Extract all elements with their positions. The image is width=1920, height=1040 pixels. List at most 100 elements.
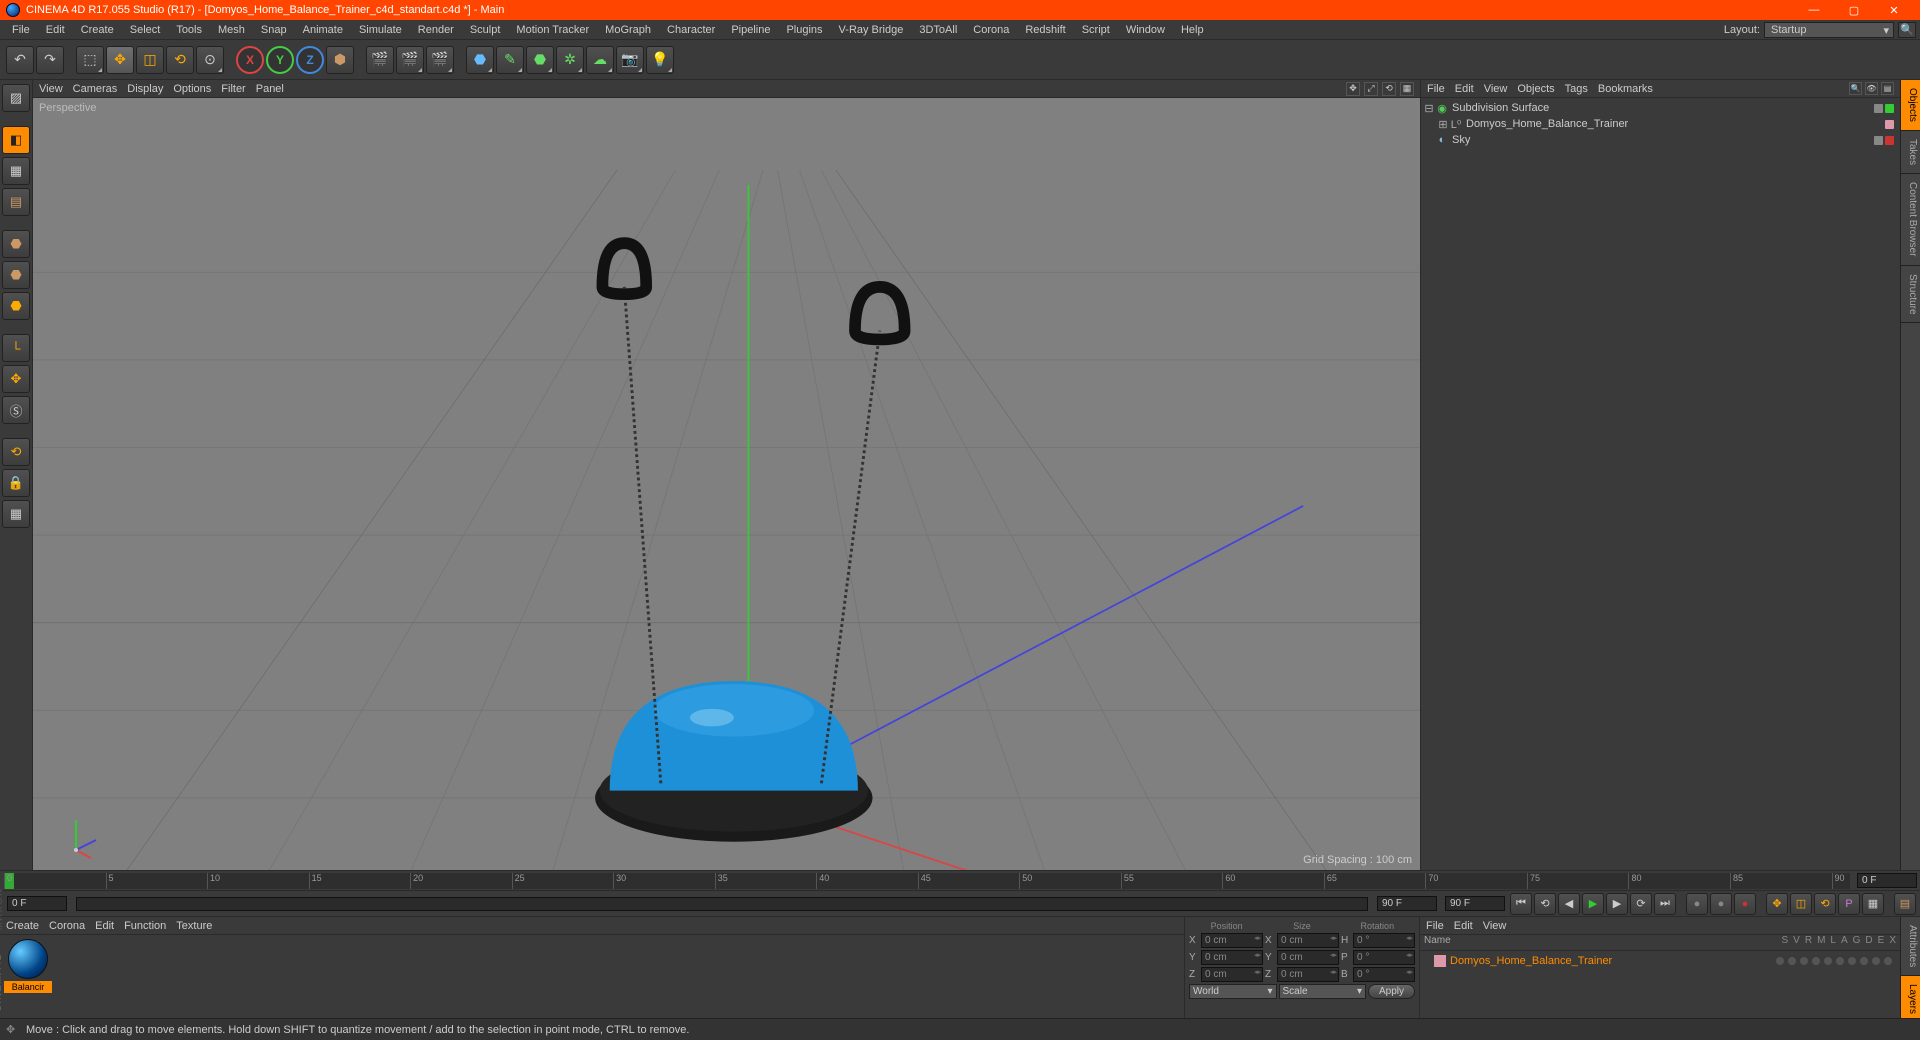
layer-flag-d[interactable]: [1860, 957, 1868, 965]
tab-takes[interactable]: Takes: [1901, 131, 1920, 174]
go-start-button[interactable]: ⏮: [1510, 893, 1532, 915]
rot-p-input[interactable]: 0 °◂▸: [1353, 950, 1415, 965]
tree-row-subdivision[interactable]: ⊟ ◉ Subdivision Surface: [1423, 100, 1898, 116]
material-item[interactable]: Balancir: [4, 939, 52, 993]
viewport-3d[interactable]: Perspective: [33, 98, 1420, 870]
size-z-input[interactable]: 0 cm◂▸: [1277, 967, 1339, 982]
camera-button[interactable]: 📷: [616, 46, 644, 74]
menu-tools[interactable]: Tools: [168, 22, 210, 38]
light-button[interactable]: 💡: [646, 46, 674, 74]
deformer-button[interactable]: ✲: [556, 46, 584, 74]
go-next-key-button[interactable]: ⟳: [1630, 893, 1652, 915]
size-mode-dropdown[interactable]: Scale: [1279, 984, 1367, 999]
viewport-menu-cameras[interactable]: Cameras: [73, 83, 118, 95]
rot-h-input[interactable]: 0 °◂▸: [1353, 933, 1415, 948]
objects-search-icon[interactable]: 🔍: [1849, 82, 1862, 95]
material-menu-function[interactable]: Function: [124, 920, 166, 932]
menu-mograph[interactable]: MoGraph: [597, 22, 659, 38]
go-end-button[interactable]: ⏭: [1654, 893, 1676, 915]
undo-button[interactable]: ↶: [6, 46, 34, 74]
frame-end1[interactable]: 90 F: [1377, 896, 1437, 911]
menu-plugins[interactable]: Plugins: [778, 22, 830, 38]
layout-dropdown[interactable]: Startup: [1764, 22, 1894, 38]
menu-edit[interactable]: Edit: [38, 22, 73, 38]
enable-tag[interactable]: [1885, 104, 1894, 113]
render-settings-button[interactable]: 🎬: [426, 46, 454, 74]
move-tool[interactable]: ✥: [106, 46, 134, 74]
menu-simulate[interactable]: Simulate: [351, 22, 410, 38]
layer-flag-a[interactable]: [1836, 957, 1844, 965]
menu-help[interactable]: Help: [1173, 22, 1212, 38]
objects-menu-objects[interactable]: Objects: [1517, 83, 1554, 95]
prev-frame-button[interactable]: ◀: [1558, 893, 1580, 915]
tweak-button[interactable]: ✥: [2, 365, 30, 393]
size-x-input[interactable]: 0 cm◂▸: [1277, 933, 1339, 948]
object-tree[interactable]: ⊟ ◉ Subdivision Surface ⊞ L⁰ Domyos_Home…: [1421, 98, 1900, 870]
rotate-tool[interactable]: ⟲: [166, 46, 194, 74]
primitive-button[interactable]: ⬣: [466, 46, 494, 74]
layer-flag-s[interactable]: [1776, 957, 1784, 965]
visibility-tag[interactable]: [1874, 136, 1883, 145]
tree-toggle-icon[interactable]: ⊞: [1437, 118, 1449, 131]
layer-flag-r[interactable]: [1800, 957, 1808, 965]
next-frame-button[interactable]: ▶: [1606, 893, 1628, 915]
frame-current[interactable]: 0 F: [7, 896, 67, 911]
polygons-mode-button[interactable]: ⬣: [2, 292, 30, 320]
viewport-menu-view[interactable]: View: [39, 83, 63, 95]
menu-mesh[interactable]: Mesh: [210, 22, 253, 38]
coord-system-button[interactable]: ⬢: [326, 46, 354, 74]
play-button[interactable]: ▶: [1582, 893, 1604, 915]
layer-row[interactable]: Domyos_Home_Balance_Trainer: [1422, 953, 1898, 968]
render-view-button[interactable]: 🎬: [366, 46, 394, 74]
tab-attributes[interactable]: Attributes: [1901, 917, 1920, 976]
timeline-ruler[interactable]: 0 5 10 15 20 25 30 35 40 45 50 55 60 65 …: [4, 873, 1850, 889]
tab-objects[interactable]: Objects: [1901, 80, 1920, 131]
frame-range-end[interactable]: 0 F: [1857, 873, 1917, 888]
layer-tag[interactable]: [1885, 120, 1894, 129]
enable-tag[interactable]: [1885, 136, 1894, 145]
last-tool[interactable]: ⊙: [196, 46, 224, 74]
objects-menu-edit[interactable]: Edit: [1455, 83, 1474, 95]
x-axis-toggle[interactable]: X: [236, 46, 264, 74]
timeline-slider[interactable]: [76, 897, 1368, 911]
objects-menu-tags[interactable]: Tags: [1565, 83, 1588, 95]
spline-button[interactable]: ✎: [496, 46, 524, 74]
objects-eye-icon[interactable]: 👁: [1865, 82, 1878, 95]
layer-flag-g[interactable]: [1848, 957, 1856, 965]
layout-search-icon[interactable]: 🔍: [1898, 22, 1916, 38]
tab-structure[interactable]: Structure: [1901, 266, 1920, 324]
menu-window[interactable]: Window: [1118, 22, 1173, 38]
menu-animate[interactable]: Animate: [295, 22, 351, 38]
make-editable-button[interactable]: ▨: [2, 84, 30, 112]
viewport-menu-filter[interactable]: Filter: [221, 83, 245, 95]
layer-flag-l[interactable]: [1824, 957, 1832, 965]
texture-mode-button[interactable]: ▦: [2, 157, 30, 185]
key-pla-button[interactable]: ▦: [1862, 893, 1884, 915]
autokey-button[interactable]: ●: [1710, 893, 1732, 915]
close-button[interactable]: ✕: [1874, 0, 1914, 20]
points-mode-button[interactable]: ⬣: [2, 230, 30, 258]
key-param-button[interactable]: P: [1838, 893, 1860, 915]
viewport-nav-zoom-icon[interactable]: ⤢: [1364, 82, 1378, 96]
coord-system-dropdown[interactable]: World: [1189, 984, 1277, 999]
layer-flag-m[interactable]: [1812, 957, 1820, 965]
pos-x-input[interactable]: 0 cm◂▸: [1201, 933, 1263, 948]
frame-end2[interactable]: 90 F: [1445, 896, 1505, 911]
menu-file[interactable]: File: [4, 22, 38, 38]
snap-button[interactable]: Ⓢ: [2, 396, 30, 424]
menu-pipeline[interactable]: Pipeline: [723, 22, 778, 38]
timeline-window-button[interactable]: ▤: [1894, 893, 1916, 915]
menu-motion-tracker[interactable]: Motion Tracker: [508, 22, 597, 38]
material-name[interactable]: Balancir: [4, 981, 52, 993]
menu-select[interactable]: Select: [122, 22, 169, 38]
y-axis-toggle[interactable]: Y: [266, 46, 294, 74]
z-axis-toggle[interactable]: Z: [296, 46, 324, 74]
viewport-nav-rotate-icon[interactable]: ⟲: [1382, 82, 1396, 96]
viewport-nav-move-icon[interactable]: ✥: [1346, 82, 1360, 96]
menu-script[interactable]: Script: [1074, 22, 1118, 38]
tree-toggle-icon[interactable]: ⊟: [1423, 102, 1435, 115]
tab-content-browser[interactable]: Content Browser: [1901, 174, 1920, 265]
size-y-input[interactable]: 0 cm◂▸: [1277, 950, 1339, 965]
attr-menu-view[interactable]: View: [1483, 920, 1507, 932]
viewport-menu-options[interactable]: Options: [173, 83, 211, 95]
